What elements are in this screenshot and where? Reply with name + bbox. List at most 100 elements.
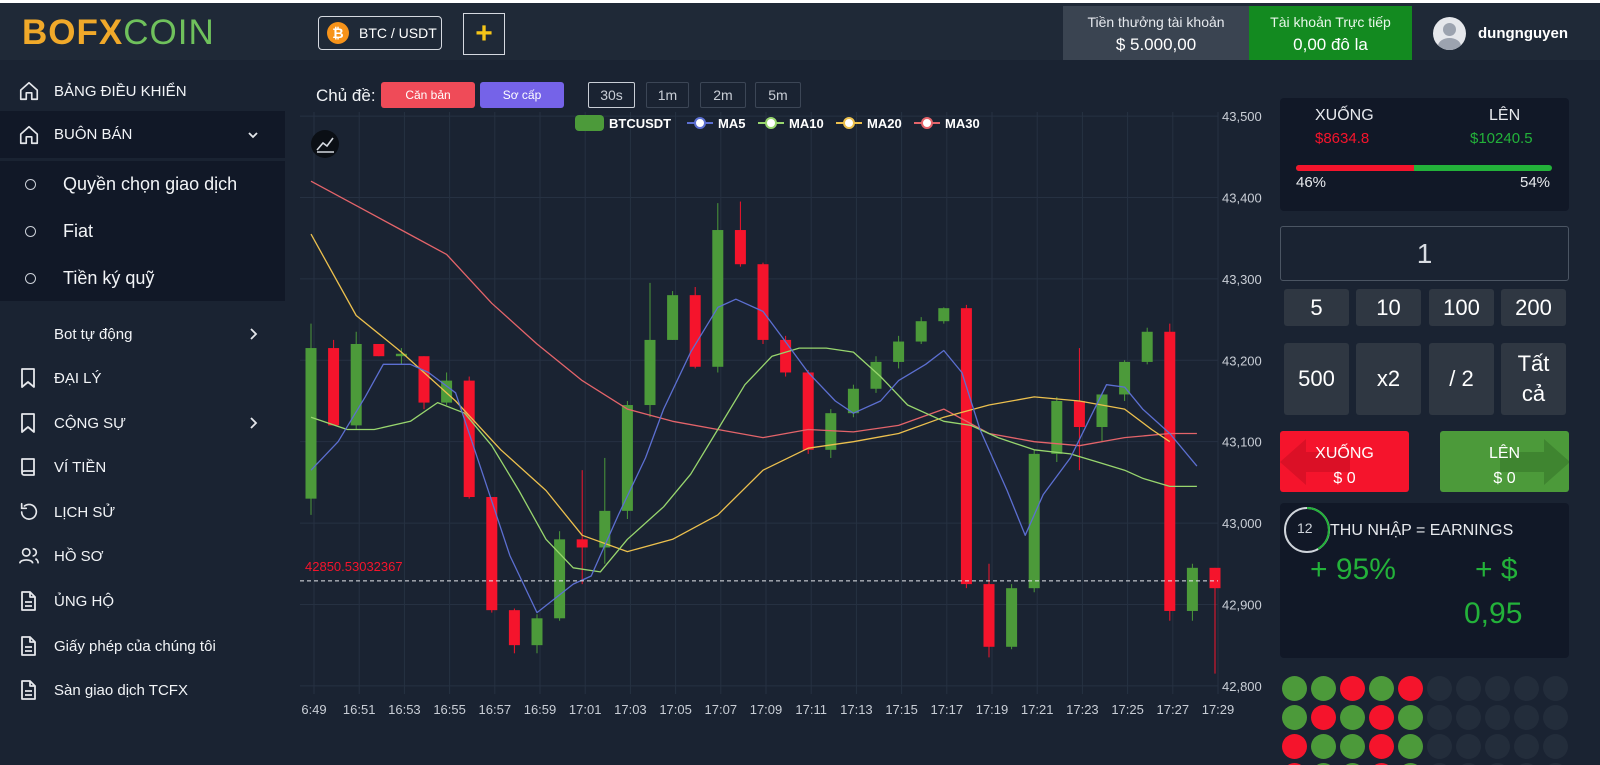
- legend-label: BTCUSDT: [609, 116, 671, 131]
- history-dot-red: [1311, 705, 1336, 730]
- history-dot-red: [1369, 705, 1394, 730]
- add-pair-button[interactable]: +: [463, 13, 505, 55]
- document-icon: [21, 636, 36, 656]
- bookmark-icon: [21, 413, 35, 433]
- theme-primary-button[interactable]: Sơ cấp: [480, 82, 564, 108]
- candle-body-down: [689, 295, 701, 367]
- trading-submenu: Quyền chọn giao dịch Fiat Tiền ký quỹ: [0, 161, 285, 301]
- legend-marker-ma10: [765, 117, 777, 129]
- candle-body-down: [418, 356, 430, 403]
- sentiment-up-percent: 54%: [1520, 174, 1551, 191]
- sidebar-item-auto-bot[interactable]: Bot tự động: [0, 314, 285, 354]
- earnings-amount-value: 0,95: [1464, 597, 1523, 630]
- sidebar-item-support[interactable]: ỦNG HỘ: [0, 581, 285, 621]
- x-tick-label: 16:51: [343, 702, 376, 717]
- submenu-item-label: Fiat: [63, 220, 94, 241]
- sidebar-item-history[interactable]: LỊCH SỬ: [0, 492, 285, 532]
- x-tick-label: 17:27: [1157, 702, 1190, 717]
- candle-body-up: [847, 388, 859, 414]
- timeframe-1m[interactable]: 1m: [646, 82, 689, 108]
- sidebar-item-license[interactable]: Giấy phép của chúng tôi: [0, 626, 285, 666]
- quick-amount-10[interactable]: 10: [1356, 289, 1421, 326]
- candle-body-up: [915, 321, 927, 342]
- sentiment-bar-down: [1296, 165, 1414, 171]
- sidebar-item-label: Bot tự động: [54, 325, 133, 343]
- submenu-item-fiat[interactable]: Fiat: [0, 216, 285, 246]
- candle-body-down: [757, 264, 769, 340]
- history-dot-empty: [1456, 734, 1481, 759]
- x-tick-label: 17:05: [659, 702, 692, 717]
- plus-icon: +: [475, 17, 493, 50]
- chevron-right-icon: [250, 328, 258, 340]
- bonus-account-button[interactable]: Tiền thưởng tài khoản $ 5.000,00: [1063, 6, 1249, 63]
- sidebar-item-trading[interactable]: BUÔN BÁN: [0, 111, 285, 158]
- sentiment-bar: [1296, 165, 1552, 171]
- live-account-balance: 0,00 đô la: [1293, 35, 1368, 54]
- quick-amount-200[interactable]: 200: [1501, 289, 1566, 326]
- quick-amount-100[interactable]: 100: [1429, 289, 1494, 326]
- timeframe-2m[interactable]: 2m: [700, 82, 746, 108]
- sidebar-item-profile[interactable]: HỒ SƠ: [0, 536, 285, 576]
- user-avatar[interactable]: [1433, 17, 1466, 50]
- half-amount-button[interactable]: / 2: [1429, 343, 1494, 415]
- quick-amount-500[interactable]: 500: [1284, 343, 1349, 415]
- pair-selector-button[interactable]: ₿ BTC / USDT: [318, 16, 442, 50]
- timeframe-30s[interactable]: 30s: [588, 82, 635, 108]
- trade-up-button[interactable]: LÊN $ 0: [1440, 431, 1569, 492]
- history-dot-empty: [1456, 705, 1481, 730]
- sidebar-item-label: VÍ TIỀN: [54, 458, 107, 476]
- all-amount-button[interactable]: Tất cả: [1501, 343, 1566, 415]
- candle-body-up: [350, 343, 362, 426]
- candle-body-up: [1051, 400, 1063, 454]
- sidebar-item-label: BẢNG ĐIỀU KHIỂN: [54, 82, 187, 100]
- amount-input[interactable]: 1: [1280, 226, 1569, 281]
- sidebar-item-wallet[interactable]: VÍ TIỀN: [0, 447, 285, 487]
- bonus-account-balance: $ 5.000,00: [1115, 35, 1197, 54]
- legend-label: MA20: [867, 116, 902, 131]
- x-tick-label: 17:03: [614, 702, 647, 717]
- trade-down-amount: $ 0: [1333, 469, 1356, 487]
- candle-body-up: [938, 308, 950, 322]
- trade-down-button[interactable]: XUỐNG $ 0: [1280, 431, 1409, 492]
- sidebar-item-partners[interactable]: CỘNG SỰ: [0, 403, 285, 443]
- candle-body-up: [1028, 453, 1040, 589]
- candlestick-chart[interactable]: 43,500 43,400 43,300 43,200 43,100 43,000 42,9…: [300, 109, 1262, 722]
- username[interactable]: dungnguyen: [1478, 25, 1568, 42]
- submenu-item-options[interactable]: Quyền chọn giao dịch: [0, 169, 285, 199]
- x-tick-label: 16:57: [479, 702, 512, 717]
- double-amount-button[interactable]: x2: [1356, 343, 1421, 415]
- sentiment-up-label: LÊN: [1489, 107, 1521, 124]
- brand-logo[interactable]: BOFXCOIN: [22, 13, 215, 53]
- live-account-button[interactable]: Tài khoản Trực tiếp 0,00 đô la: [1249, 6, 1412, 63]
- quick-amount-5[interactable]: 5: [1284, 289, 1349, 326]
- sidebar-item-exchange[interactable]: Sàn giao dịch TCFX: [0, 670, 285, 710]
- sidebar-item-dashboard[interactable]: BẢNG ĐIỀU KHIỂN: [0, 69, 285, 113]
- earnings-amount-currency: + $: [1475, 553, 1518, 586]
- history-dot-green: [1398, 705, 1423, 730]
- history-dot-empty: [1514, 705, 1539, 730]
- candle-body-up: [531, 618, 543, 646]
- x-tick-label: 17:13: [840, 702, 873, 717]
- x-tick-label: 17:19: [976, 702, 1009, 717]
- sidebar-item-label: HỒ SƠ: [54, 547, 104, 565]
- submenu-item-margin[interactable]: Tiền ký quỹ: [0, 263, 285, 293]
- legend-label: MA5: [718, 116, 745, 131]
- candle-body-up: [712, 230, 724, 367]
- legend-swatch-btcusdt: [575, 115, 604, 131]
- theme-label: Chủ đề:: [316, 86, 376, 105]
- chart-svg[interactable]: 43,500 43,400 43,300 43,200 43,100 43,000 42,9…: [300, 109, 1262, 722]
- candle-body-up: [1096, 394, 1108, 428]
- y-tick-label: 43,000: [1222, 516, 1262, 531]
- countdown-value: 12: [1297, 520, 1313, 536]
- sidebar-item-label: BUÔN BÁN: [54, 126, 133, 143]
- timeframe-5m[interactable]: 5m: [755, 82, 801, 108]
- submenu-item-label: Quyền chọn giao dịch: [63, 173, 238, 194]
- x-tick-label: 16:59: [524, 702, 557, 717]
- y-tick-label: 43,400: [1222, 190, 1262, 205]
- home-icon: [19, 81, 39, 101]
- theme-basic-button[interactable]: Căn bản: [381, 82, 475, 108]
- candle-body-up: [1186, 567, 1198, 611]
- sidebar-item-agent[interactable]: ĐẠI LÝ: [0, 358, 285, 398]
- y-tick-label: 42,900: [1222, 597, 1262, 612]
- earnings-percent: + 95%: [1310, 553, 1396, 586]
